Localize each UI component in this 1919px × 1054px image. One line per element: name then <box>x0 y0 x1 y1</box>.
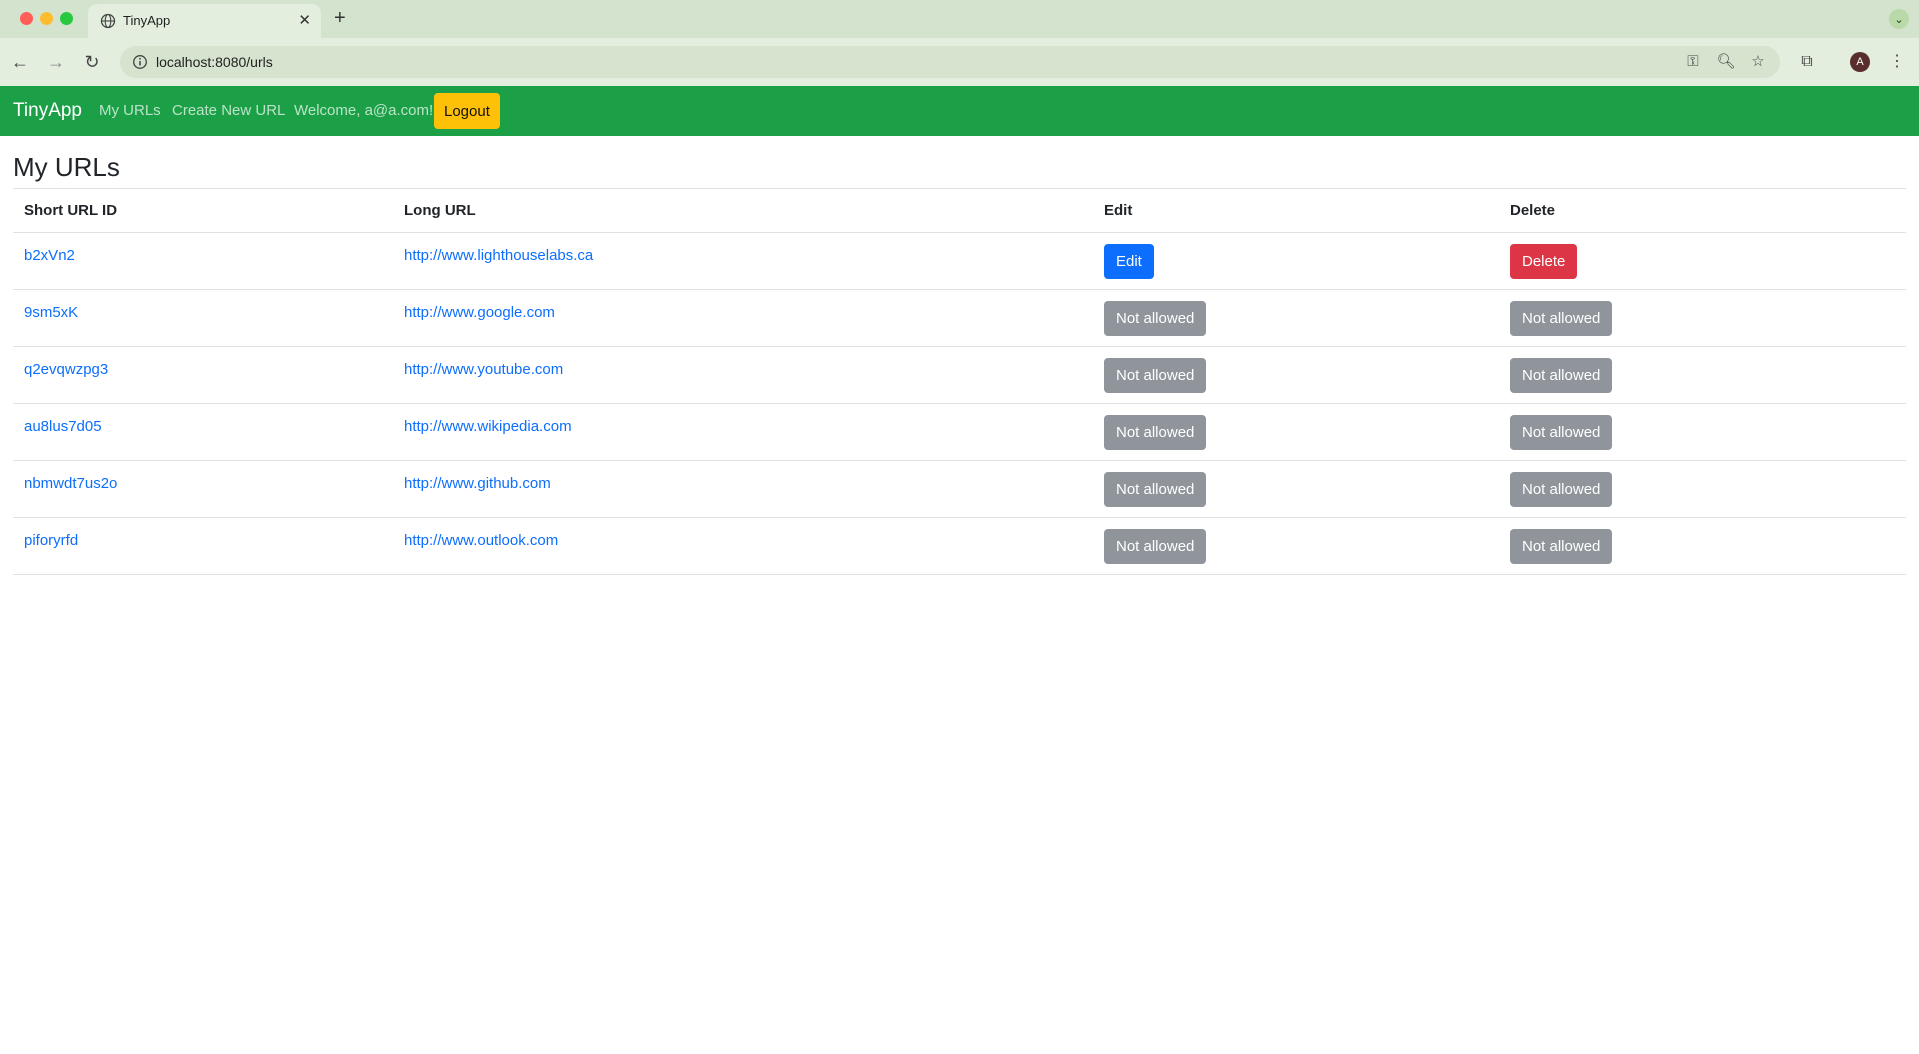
app-navbar: TinyApp My URLs Create New URL Welcome, … <box>0 86 1919 136</box>
site-info-icon[interactable] <box>132 54 148 70</box>
edit-button[interactable]: Edit <box>1104 243 1154 279</box>
tab-title: TinyApp <box>123 13 171 28</box>
profile-avatar[interactable]: A <box>1850 52 1870 72</box>
table-row: q2evqwzpg3 http://www.youtube.com Not al… <box>13 346 1906 404</box>
nav-link-create-new-url[interactable]: Create New URL <box>172 102 285 119</box>
extensions-icon[interactable]: ⧉ <box>1795 50 1819 74</box>
table-row: 9sm5xK http://www.google.com Not allowed… <box>13 289 1906 347</box>
table-row: au8lus7d05 http://www.wikipedia.com Not … <box>13 403 1906 461</box>
short-url-link[interactable]: piforyrfd <box>24 532 78 549</box>
bookmark-star-icon[interactable]: ☆ <box>1748 52 1768 72</box>
edit-not-allowed-button[interactable]: Not allowed <box>1104 300 1207 336</box>
short-url-link[interactable]: au8lus7d05 <box>24 418 102 435</box>
delete-button[interactable]: Delete <box>1510 243 1578 279</box>
address-url[interactable]: localhost:8080/urls <box>156 54 273 70</box>
zoom-icon[interactable]: 🔍︎ <box>1716 52 1736 72</box>
delete-not-allowed-button[interactable]: Not allowed <box>1510 300 1613 336</box>
long-url-link[interactable]: http://www.google.com <box>404 304 555 321</box>
delete-not-allowed-button[interactable]: Not allowed <box>1510 528 1613 564</box>
edit-not-allowed-button[interactable]: Not allowed <box>1104 414 1207 450</box>
close-window-button[interactable] <box>20 12 33 25</box>
new-tab-icon[interactable]: + <box>334 7 346 30</box>
edit-not-allowed-button[interactable]: Not allowed <box>1104 528 1207 564</box>
delete-not-allowed-button[interactable]: Not allowed <box>1510 357 1613 393</box>
short-url-link[interactable]: b2xVn2 <box>24 247 75 264</box>
address-bar[interactable]: localhost:8080/urls ⚿ 🔍︎ ☆ <box>120 46 1780 78</box>
reload-icon[interactable]: ↻ <box>80 50 104 74</box>
short-url-link[interactable]: nbmwdt7us2o <box>24 475 117 492</box>
long-url-link[interactable]: http://www.github.com <box>404 475 551 492</box>
page-title: My URLs <box>13 152 120 182</box>
table-header-row: Short URL ID Long URL Edit Delete <box>13 188 1906 233</box>
browser-toolbar: ← → ↻ localhost:8080/urls ⚿ 🔍︎ ☆ ⧉ A ⋮ <box>0 38 1919 86</box>
urls-table-container: Short URL ID Long URL Edit Delete b2xVn2… <box>13 188 1906 575</box>
browser-tab-bar: TinyApp ✕ + ⌄ <box>0 0 1919 38</box>
header-short-url-id: Short URL ID <box>13 188 393 233</box>
long-url-link[interactable]: http://www.youtube.com <box>404 361 563 378</box>
header-delete: Delete <box>1499 188 1906 233</box>
browser-tab[interactable]: TinyApp ✕ <box>88 4 321 38</box>
minimize-window-button[interactable] <box>40 12 53 25</box>
table-row: b2xVn2 http://www.lighthouselabs.ca Edit… <box>13 232 1906 290</box>
header-edit: Edit <box>1093 188 1499 233</box>
more-menu-icon[interactable]: ⋮ <box>1885 50 1909 74</box>
back-icon[interactable]: ← <box>8 50 32 74</box>
edit-not-allowed-button[interactable]: Not allowed <box>1104 471 1207 507</box>
header-long-url: Long URL <box>393 188 1093 233</box>
tab-search-icon[interactable]: ⌄ <box>1889 9 1909 29</box>
brand-logo[interactable]: TinyApp <box>13 100 82 122</box>
urls-table: Short URL ID Long URL Edit Delete b2xVn2… <box>13 188 1906 575</box>
nav-link-my-urls[interactable]: My URLs <box>99 102 161 119</box>
long-url-link[interactable]: http://www.lighthouselabs.ca <box>404 247 593 264</box>
long-url-link[interactable]: http://www.wikipedia.com <box>404 418 572 435</box>
welcome-text: Welcome, a@a.com! <box>294 102 434 119</box>
logout-button[interactable]: Logout <box>434 93 500 129</box>
forward-icon[interactable]: → <box>44 50 68 74</box>
globe-icon <box>100 13 116 29</box>
close-tab-icon[interactable]: ✕ <box>298 11 311 29</box>
table-row: nbmwdt7us2o http://www.github.com Not al… <box>13 460 1906 518</box>
delete-not-allowed-button[interactable]: Not allowed <box>1510 471 1613 507</box>
short-url-link[interactable]: 9sm5xK <box>24 304 78 321</box>
table-row: piforyrfd http://www.outlook.com Not all… <box>13 517 1906 575</box>
maximize-window-button[interactable] <box>60 12 73 25</box>
short-url-link[interactable]: q2evqwzpg3 <box>24 361 108 378</box>
password-key-icon[interactable]: ⚿ <box>1683 52 1703 72</box>
edit-not-allowed-button[interactable]: Not allowed <box>1104 357 1207 393</box>
long-url-link[interactable]: http://www.outlook.com <box>404 532 558 549</box>
delete-not-allowed-button[interactable]: Not allowed <box>1510 414 1613 450</box>
